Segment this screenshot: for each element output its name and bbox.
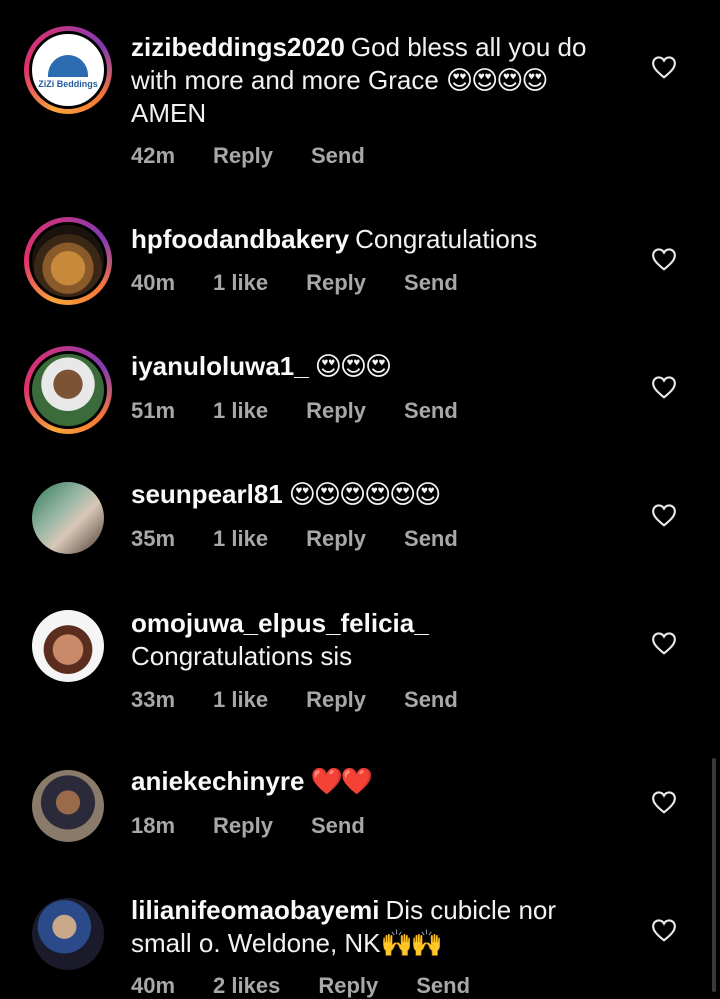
avatar[interactable] — [24, 602, 112, 690]
comment-username[interactable]: iyanuloluwa1_ — [131, 351, 309, 381]
comment-text: aniekechinyre ❤️❤️ — [131, 765, 621, 798]
send-button[interactable]: Send — [311, 143, 365, 168]
comment-username[interactable]: aniekechinyre — [131, 766, 304, 796]
comment-username[interactable]: omojuwa_elpus_felicia_ — [131, 608, 429, 638]
comment-meta: 40m 1 like Reply Send — [131, 270, 496, 296]
comment-text: iyanuloluwa1_ 😍😍😍 — [131, 350, 621, 383]
reply-button[interactable]: Reply — [306, 270, 366, 295]
comment-body-line2: AMEN — [131, 98, 207, 128]
zizi-logo-image: ZiZi Beddings — [29, 31, 107, 109]
comment-username[interactable]: seunpearl81 — [131, 479, 283, 509]
reply-button[interactable]: Reply — [306, 526, 366, 551]
send-button[interactable]: Send — [416, 973, 470, 998]
emoji: ❤️❤️ — [310, 766, 373, 796]
comment-meta: 33m 1 like Reply Send — [131, 687, 496, 713]
reply-button[interactable]: Reply — [306, 687, 366, 712]
comment-time: 35m — [131, 526, 176, 551]
comment-username[interactable]: zizibeddings2020 — [131, 32, 345, 62]
comment-time: 40m — [131, 270, 176, 295]
send-button[interactable]: Send — [404, 526, 458, 551]
reply-button[interactable]: Reply — [213, 143, 273, 168]
like-heart-icon[interactable] — [651, 247, 677, 271]
reply-button[interactable]: Reply — [213, 813, 273, 838]
send-button[interactable]: Send — [404, 687, 458, 712]
comment-username[interactable]: lilianifeomaobayemi — [131, 895, 380, 925]
emoji: 😍😍😍 — [314, 351, 392, 381]
comment-time: 51m — [131, 398, 176, 423]
avatar[interactable] — [24, 474, 112, 562]
comment-meta: 51m 1 like Reply Send — [131, 398, 496, 424]
comment-meta: 40m 2 likes Reply Send — [131, 973, 508, 999]
like-count[interactable]: 1 like — [213, 687, 268, 712]
like-heart-icon[interactable] — [651, 503, 677, 527]
comment-meta: 18m Reply Send — [131, 813, 403, 839]
comment-text: zizibeddings2020 God bless all you do wit… — [131, 31, 621, 130]
like-count[interactable]: 2 likes — [213, 973, 280, 998]
emoji: 😍😍😍😍 — [446, 65, 548, 95]
person-photo — [32, 610, 104, 682]
like-heart-icon[interactable] — [651, 790, 677, 814]
send-button[interactable]: Send — [311, 813, 365, 838]
person-photo — [29, 351, 107, 429]
comment-body: Congratulations — [355, 224, 538, 254]
like-heart-icon[interactable] — [651, 918, 677, 942]
emoji: 🙌🙌 — [380, 928, 444, 958]
like-heart-icon[interactable] — [651, 55, 677, 79]
avatar[interactable] — [24, 890, 112, 978]
comment-time: 40m — [131, 973, 176, 998]
comment-meta: 35m 1 like Reply Send — [131, 526, 496, 552]
comment-time: 18m — [131, 813, 176, 838]
like-heart-icon[interactable] — [651, 631, 677, 655]
avatar[interactable] — [24, 346, 112, 434]
avatar[interactable] — [24, 762, 112, 850]
comment-text: hpfoodandbakery Congratulations — [131, 223, 621, 256]
emoji: 😍😍😍😍😍😍 — [288, 479, 442, 509]
avatar[interactable] — [24, 217, 112, 305]
comment-text: lilianifeomaobayemi Dis cubicle nor small… — [131, 894, 621, 960]
reply-button[interactable]: Reply — [306, 398, 366, 423]
comment-meta: 42m Reply Send — [131, 143, 403, 169]
like-count[interactable]: 1 like — [213, 526, 268, 551]
comment-username[interactable]: hpfoodandbakery — [131, 224, 349, 254]
food-photo — [29, 222, 107, 300]
person-photo — [32, 482, 104, 554]
comment-text: seunpearl81 😍😍😍😍😍😍 — [131, 478, 621, 511]
send-button[interactable]: Send — [404, 398, 458, 423]
person-photo — [32, 770, 104, 842]
reply-button[interactable]: Reply — [318, 973, 378, 998]
comment-body: Congratulations sis — [131, 641, 353, 671]
comment-time: 33m — [131, 687, 176, 712]
like-count[interactable]: 1 like — [213, 270, 268, 295]
like-count[interactable]: 1 like — [213, 398, 268, 423]
comment-text: omojuwa_elpus_felicia_ Congratulations s… — [131, 607, 621, 673]
send-button[interactable]: Send — [404, 270, 458, 295]
scrollbar[interactable] — [712, 758, 716, 992]
avatar[interactable]: ZiZi Beddings — [24, 26, 112, 114]
comment-time: 42m — [131, 143, 176, 168]
like-heart-icon[interactable] — [651, 375, 677, 399]
person-photo — [32, 898, 104, 970]
